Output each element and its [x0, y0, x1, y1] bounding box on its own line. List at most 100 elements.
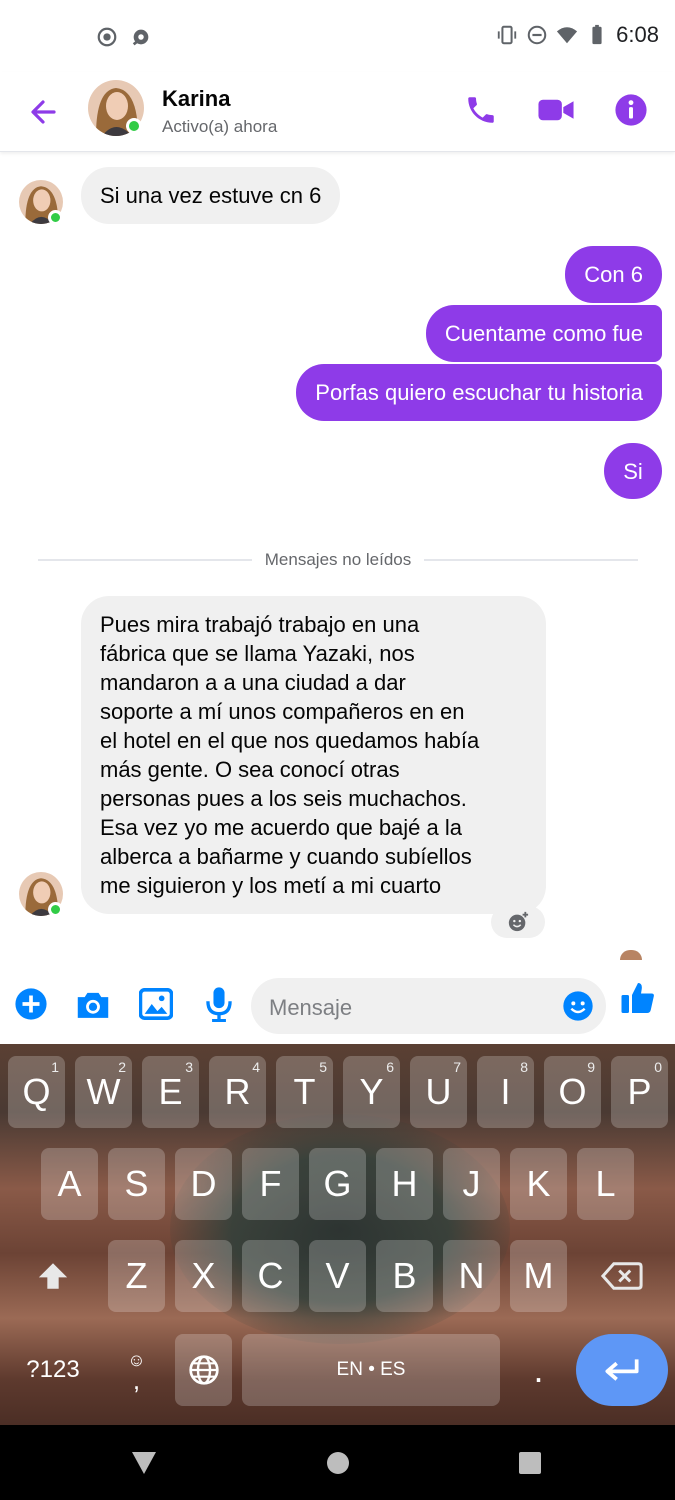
message-line: alberca a bañarme y cuando subíellos	[100, 844, 472, 869]
message-bubble-outgoing[interactable]: Cuentame como fue	[425, 305, 662, 362]
key-e[interactable]: E3	[142, 1056, 199, 1128]
message-line: soporte a mí unos compañeros en en	[100, 699, 465, 724]
emoji-button[interactable]	[562, 990, 594, 1027]
key-m[interactable]: M	[510, 1240, 567, 1312]
key-l[interactable]: L	[577, 1148, 634, 1220]
call-button[interactable]	[461, 90, 501, 130]
add-reaction-icon	[508, 911, 529, 932]
notification-icon	[132, 29, 149, 46]
key-label: P	[627, 1071, 652, 1112]
voice-message-button[interactable]	[201, 986, 237, 1022]
conversation-header: Karina Activo(a) ahora	[0, 72, 675, 152]
key-p[interactable]: P0	[611, 1056, 668, 1128]
nav-back-button[interactable]	[130, 1449, 158, 1477]
status-bar: 6:08	[0, 0, 675, 72]
on-screen-keyboard: Q1 W2 E3 R4 T5 Y6 U7 I8 O9 P0 A S D F G …	[0, 1044, 675, 1425]
message-bubble-outgoing[interactable]: Si	[604, 443, 662, 499]
backspace-key[interactable]	[577, 1240, 667, 1312]
key-label: O	[558, 1071, 587, 1112]
key-n[interactable]: N	[443, 1240, 500, 1312]
key-o[interactable]: O9	[544, 1056, 601, 1128]
space-bar[interactable]: EN • ES	[242, 1334, 500, 1406]
key-s[interactable]: S	[108, 1148, 165, 1220]
online-indicator	[126, 118, 142, 134]
key-hint: 4	[252, 1059, 260, 1075]
plus-icon	[15, 988, 47, 1020]
key-q[interactable]: Q1	[8, 1056, 65, 1128]
wifi-icon	[557, 27, 578, 44]
back-button[interactable]	[24, 92, 64, 132]
key-label: ,	[132, 1365, 141, 1395]
key-x[interactable]: X	[175, 1240, 232, 1312]
period-key[interactable]: .	[510, 1334, 567, 1406]
message-bubble-outgoing[interactable]: Con 6	[565, 246, 662, 303]
key-u[interactable]: U7	[410, 1056, 467, 1128]
message-line: más gente. O sea conocí otras	[100, 757, 400, 782]
video-camera-icon	[538, 99, 574, 121]
key-hint: 1	[51, 1059, 59, 1075]
phone-icon	[468, 97, 494, 123]
key-y[interactable]: Y6	[343, 1056, 400, 1128]
info-button[interactable]	[611, 90, 651, 130]
message-line: el hotel en el que nos quedamos había	[100, 728, 480, 753]
key-r[interactable]: R4	[209, 1056, 266, 1128]
language-key[interactable]	[175, 1334, 232, 1406]
symbols-key[interactable]: ?123	[8, 1334, 98, 1406]
back-arrow-icon	[31, 100, 56, 124]
globe-icon	[188, 1355, 219, 1385]
like-button[interactable]	[618, 978, 658, 1018]
contact-status: Activo(a) ahora	[162, 117, 278, 136]
screen-record-icon	[97, 27, 117, 47]
nav-recents-button[interactable]	[516, 1449, 544, 1477]
key-label: Q	[22, 1071, 51, 1112]
key-label: U	[425, 1071, 452, 1112]
enter-icon	[605, 1359, 639, 1381]
key-w[interactable]: W2	[75, 1056, 132, 1128]
message-bubble-outgoing[interactable]: Porfas quiero escuchar tu historia	[296, 364, 662, 421]
gallery-icon	[139, 988, 173, 1020]
key-i[interactable]: I8	[477, 1056, 534, 1128]
shift-key[interactable]	[8, 1240, 98, 1312]
backspace-icon	[601, 1262, 643, 1290]
clock: 6:08	[616, 22, 659, 47]
emoji-comma-key[interactable]: ☺ ,	[108, 1334, 165, 1406]
key-a[interactable]: A	[41, 1148, 98, 1220]
unread-label: Mensajes no leídos	[264, 550, 412, 569]
key-d[interactable]: D	[175, 1148, 232, 1220]
gallery-button[interactable]	[138, 986, 174, 1022]
message-bubble-incoming[interactable]: Si una vez estuve cn 6	[81, 167, 341, 224]
message-line: me siguieron y los metí a mi cuarto	[100, 873, 442, 898]
message-line: personas pues a los seis muchachos.	[100, 786, 467, 811]
key-c[interactable]: C	[242, 1240, 299, 1312]
key-g[interactable]: G	[309, 1148, 366, 1220]
add-reaction-button[interactable]	[491, 906, 545, 938]
key-f[interactable]: F	[242, 1148, 299, 1220]
enter-key[interactable]	[576, 1334, 668, 1406]
contact-name[interactable]: Karina	[162, 86, 230, 112]
shift-icon	[38, 1263, 68, 1289]
nav-home-button[interactable]	[324, 1449, 352, 1477]
key-k[interactable]: K	[510, 1148, 567, 1220]
key-b[interactable]: B	[376, 1240, 433, 1312]
key-j[interactable]: J	[443, 1148, 500, 1220]
key-z[interactable]: Z	[108, 1240, 165, 1312]
key-h[interactable]: H	[376, 1148, 433, 1220]
message-input[interactable]: Mensaje	[251, 978, 606, 1034]
message-composer: Mensaje	[0, 968, 675, 1044]
key-label: E	[158, 1071, 183, 1112]
battery-icon	[592, 24, 602, 45]
vibrate-icon	[498, 25, 517, 45]
emoji-icon	[563, 991, 593, 1021]
key-t[interactable]: T5	[276, 1056, 333, 1128]
key-label: R	[224, 1071, 251, 1112]
more-actions-button[interactable]	[13, 986, 49, 1022]
video-call-button[interactable]	[536, 90, 576, 130]
message-bubble-incoming[interactable]: Pues mira trabajó trabajo en una fábrica…	[81, 596, 546, 914]
key-v[interactable]: V	[309, 1240, 366, 1312]
unread-messages-divider: Mensajes no leídos	[38, 548, 639, 572]
camera-button[interactable]	[75, 986, 111, 1022]
key-label: W	[86, 1071, 121, 1112]
online-indicator	[48, 902, 63, 917]
message-line: mandaron a a una ciudad a dar	[100, 670, 406, 695]
key-hint: 8	[520, 1059, 528, 1075]
